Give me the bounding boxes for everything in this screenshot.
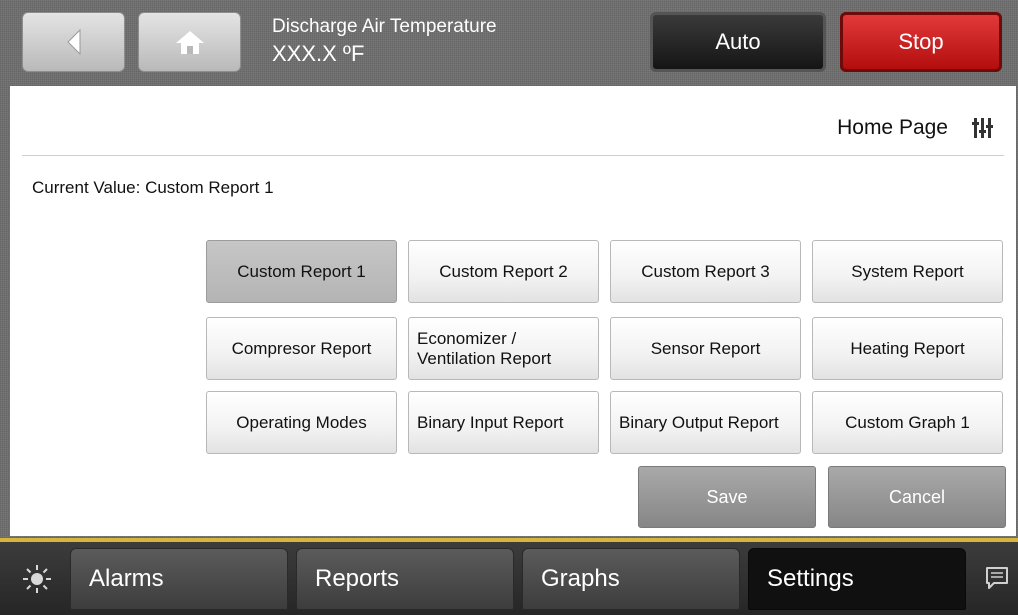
- current-value-label: Current Value: Custom Report 1: [32, 178, 274, 197]
- top-bar: Discharge Air Temperature XXX.X ºF Auto …: [0, 0, 1018, 82]
- option-operating-modes[interactable]: Operating Modes: [206, 391, 397, 454]
- option-custom-report-1[interactable]: Custom Report 1: [206, 240, 397, 303]
- option-economizer-ventilation-report[interactable]: Economizer / Ventilation Report: [408, 317, 599, 380]
- option-sensor-report[interactable]: Sensor Report: [610, 317, 801, 380]
- option-custom-report-3[interactable]: Custom Report 3: [610, 240, 801, 303]
- settings-panel: Home Page Current Value: Custom Report 1…: [10, 86, 1016, 536]
- option-binary-output-report[interactable]: Binary Output Report: [610, 391, 801, 454]
- tab-alarms[interactable]: Alarms: [70, 548, 288, 610]
- panel-header: Home Page: [22, 86, 1004, 156]
- stop-button[interactable]: Stop: [840, 12, 1002, 72]
- tab-graphs[interactable]: Graphs: [522, 548, 740, 610]
- option-binary-input-report[interactable]: Binary Input Report: [408, 391, 599, 454]
- back-arrow-icon: [66, 29, 80, 55]
- auto-button[interactable]: Auto: [650, 12, 826, 72]
- home-icon: [175, 31, 204, 54]
- option-custom-report-2[interactable]: Custom Report 2: [408, 240, 599, 303]
- tab-reports[interactable]: Reports: [296, 548, 514, 610]
- back-button[interactable]: [22, 12, 125, 72]
- bottom-nav: Alarms Reports Graphs Settings: [0, 542, 1018, 615]
- point-value: XXX.X ºF: [272, 41, 365, 66]
- tab-settings[interactable]: Settings: [748, 548, 966, 610]
- option-system-report[interactable]: System Report: [812, 240, 1003, 303]
- point-name: Discharge Air Temperature: [272, 16, 497, 37]
- sun-icon[interactable]: [22, 564, 52, 594]
- option-custom-graph-1[interactable]: Custom Graph 1: [812, 391, 1003, 454]
- sliders-icon[interactable]: [972, 118, 994, 138]
- page-title: Home Page: [837, 116, 948, 139]
- option-heating-report[interactable]: Heating Report: [812, 317, 1003, 380]
- chat-icon[interactable]: [984, 565, 1010, 591]
- option-compresor-report[interactable]: Compresor Report: [206, 317, 397, 380]
- save-button[interactable]: Save: [638, 466, 816, 528]
- home-button[interactable]: [138, 12, 241, 72]
- cancel-button[interactable]: Cancel: [828, 466, 1006, 528]
